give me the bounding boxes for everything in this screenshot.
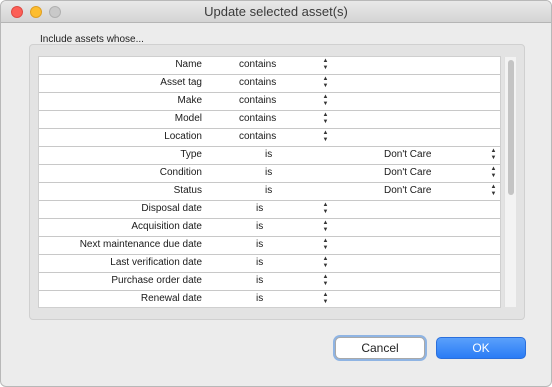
scrollbar-thumb[interactable] bbox=[508, 60, 514, 195]
row-label: Disposal date bbox=[141, 203, 202, 214]
operator-stepper-icon[interactable]: ▲ ▼ bbox=[322, 220, 329, 234]
criteria-row-type: Type is Don't Care ▲ ▼ bbox=[39, 147, 500, 165]
operator-text: is bbox=[265, 185, 273, 196]
operator-select[interactable]: contains bbox=[239, 95, 276, 106]
criteria-row-next-maintenance-date: Next maintenance due date is ▲ ▼ bbox=[39, 237, 500, 255]
title-bar: Update selected asset(s) bbox=[1, 1, 551, 23]
value-select[interactable]: Don't Care bbox=[384, 149, 432, 160]
criteria-row-status: Status is Don't Care ▲ ▼ bbox=[39, 183, 500, 201]
vertical-scrollbar[interactable] bbox=[504, 57, 516, 307]
criteria-row-purchase-order-date: Purchase order date is ▲ ▼ bbox=[39, 273, 500, 291]
operator-stepper-icon[interactable]: ▲ ▼ bbox=[322, 202, 329, 216]
window-title: Update selected asset(s) bbox=[204, 4, 348, 19]
row-label: Acquisition date bbox=[131, 221, 202, 232]
operator-select[interactable]: contains bbox=[239, 77, 276, 88]
operator-stepper-icon[interactable]: ▲ ▼ bbox=[322, 58, 329, 72]
row-label: Next maintenance due date bbox=[79, 239, 202, 250]
cancel-button[interactable]: Cancel bbox=[335, 337, 425, 359]
value-select[interactable]: Don't Care bbox=[384, 185, 432, 196]
operator-select[interactable]: is bbox=[256, 221, 263, 232]
operator-select[interactable]: is bbox=[256, 257, 263, 268]
row-label: Last verification date bbox=[110, 257, 202, 268]
operator-stepper-icon[interactable]: ▲ ▼ bbox=[322, 130, 329, 144]
operator-select[interactable]: contains bbox=[239, 59, 276, 70]
row-label: Name bbox=[175, 59, 202, 70]
criteria-row-model: Model contains ▲ ▼ bbox=[39, 111, 500, 129]
operator-stepper-icon[interactable]: ▲ ▼ bbox=[322, 256, 329, 270]
criteria-row-disposal-date: Disposal date is ▲ ▼ bbox=[39, 201, 500, 219]
group-label: Include assets whose... bbox=[40, 34, 144, 45]
row-label: Status bbox=[173, 185, 202, 196]
operator-select[interactable]: is bbox=[256, 275, 263, 286]
row-label: Model bbox=[174, 113, 202, 124]
operator-select[interactable]: is bbox=[256, 203, 263, 214]
ok-button[interactable]: OK bbox=[436, 337, 526, 359]
operator-stepper-icon[interactable]: ▲ ▼ bbox=[322, 238, 329, 252]
criteria-row-renewal-date: Renewal date is ▲ ▼ bbox=[39, 291, 500, 307]
row-label: Condition bbox=[159, 167, 202, 178]
value-select[interactable]: Don't Care bbox=[384, 167, 432, 178]
criteria-row-location: Location contains ▲ ▼ bbox=[39, 129, 500, 147]
row-label: Type bbox=[180, 149, 202, 160]
operator-select[interactable]: contains bbox=[239, 131, 276, 142]
operator-stepper-icon[interactable]: ▲ ▼ bbox=[322, 76, 329, 90]
criteria-row-name: Name contains ▲ ▼ bbox=[39, 57, 500, 75]
operator-select[interactable]: contains bbox=[239, 113, 276, 124]
value-stepper-icon[interactable]: ▲ ▼ bbox=[490, 184, 497, 198]
value-stepper-icon[interactable]: ▲ ▼ bbox=[490, 166, 497, 180]
row-label: Renewal date bbox=[140, 293, 202, 304]
criteria-table: Name contains ▲ ▼ Asset tag contains ▲ ▼ M… bbox=[38, 56, 501, 308]
row-label: Make bbox=[177, 95, 202, 106]
operator-text: is bbox=[265, 149, 273, 160]
criteria-row-condition: Condition is Don't Care ▲ ▼ bbox=[39, 165, 500, 183]
value-stepper-icon[interactable]: ▲ ▼ bbox=[490, 148, 497, 162]
operator-stepper-icon[interactable]: ▲ ▼ bbox=[322, 292, 329, 306]
criteria-row-make: Make contains ▲ ▼ bbox=[39, 93, 500, 111]
operator-stepper-icon[interactable]: ▲ ▼ bbox=[322, 112, 329, 126]
row-label: Asset tag bbox=[160, 77, 202, 88]
update-assets-dialog: Update selected asset(s) Include assets … bbox=[0, 0, 552, 387]
operator-stepper-icon[interactable]: ▲ ▼ bbox=[322, 274, 329, 288]
criteria-row-asset-tag: Asset tag contains ▲ ▼ bbox=[39, 75, 500, 93]
operator-stepper-icon[interactable]: ▲ ▼ bbox=[322, 94, 329, 108]
operator-select[interactable]: is bbox=[256, 239, 263, 250]
row-label: Purchase order date bbox=[111, 275, 202, 286]
operator-text: is bbox=[265, 167, 273, 178]
criteria-row-acquisition-date: Acquisition date is ▲ ▼ bbox=[39, 219, 500, 237]
operator-select[interactable]: is bbox=[256, 293, 263, 304]
row-label: Location bbox=[164, 131, 202, 142]
criteria-row-last-verification-date: Last verification date is ▲ ▼ bbox=[39, 255, 500, 273]
